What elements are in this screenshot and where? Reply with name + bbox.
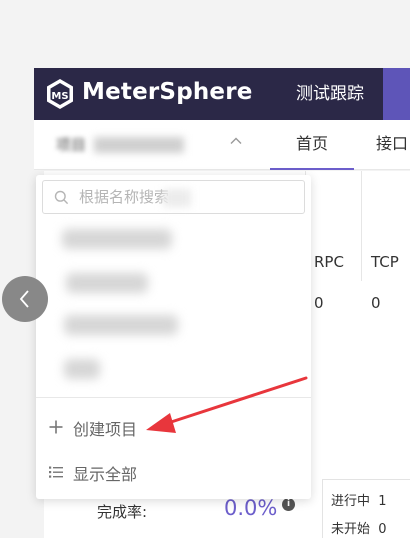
brand-name: MeterSphere xyxy=(82,79,253,105)
project-dropdown: 创建项目 显示全部 xyxy=(36,175,311,499)
protocol-header-rpc: RPC xyxy=(314,253,344,271)
project-name-redacted xyxy=(62,229,172,249)
project-name-redacted xyxy=(66,273,148,293)
completion-rate-label: 完成率: xyxy=(97,503,148,521)
chevron-left-icon xyxy=(19,290,29,308)
search-icon xyxy=(54,190,69,205)
show-all-label: 显示全部 xyxy=(73,465,138,484)
list-item[interactable] xyxy=(36,217,311,257)
show-all-button[interactable]: 显示全部 xyxy=(36,454,311,490)
protocol-header-tcp: TCP xyxy=(371,253,399,271)
protocol-value-tcp: 0 xyxy=(371,294,381,312)
list-icon xyxy=(49,466,63,478)
create-project-label: 创建项目 xyxy=(73,420,138,439)
header-accent xyxy=(383,68,410,120)
dropdown-divider xyxy=(36,397,311,398)
plus-icon xyxy=(49,420,63,434)
tab-test-tracking[interactable]: 测试跟踪 xyxy=(277,68,383,120)
list-item[interactable] xyxy=(36,305,311,345)
project-selector-label[interactable]: 项目 xyxy=(56,134,86,155)
back-button[interactable] xyxy=(2,276,48,322)
search-placeholder-redacted xyxy=(163,189,191,207)
protocol-value-rpc: 0 xyxy=(314,294,324,312)
metersphere-logo-icon: MS xyxy=(44,78,76,110)
list-item[interactable] xyxy=(36,349,311,389)
top-header: MS MeterSphere 测试跟踪 xyxy=(34,68,410,120)
svg-text:MS: MS xyxy=(51,91,68,102)
status-row: 未开始 0 xyxy=(331,522,387,537)
status-row: 进行中 1 xyxy=(331,494,387,509)
create-project-button[interactable]: 创建项目 xyxy=(36,409,311,445)
sub-nav-bar: 项目 首页 接口 xyxy=(34,120,410,170)
nav-tab-api[interactable]: 接口 xyxy=(376,120,408,170)
project-name-redacted xyxy=(64,315,178,335)
status-summary: 进行中 1 未开始 0 xyxy=(322,479,410,538)
list-item[interactable] xyxy=(36,261,311,301)
project-name-redacted xyxy=(64,359,100,379)
completion-rate-value: 0.0% xyxy=(224,496,278,520)
nav-tab-home[interactable]: 首页 xyxy=(270,120,354,170)
info-icon[interactable]: i xyxy=(282,498,295,511)
project-name-redacted xyxy=(94,137,184,153)
project-search xyxy=(42,180,305,214)
chevron-up-icon[interactable] xyxy=(229,134,243,148)
column-divider xyxy=(361,171,362,281)
